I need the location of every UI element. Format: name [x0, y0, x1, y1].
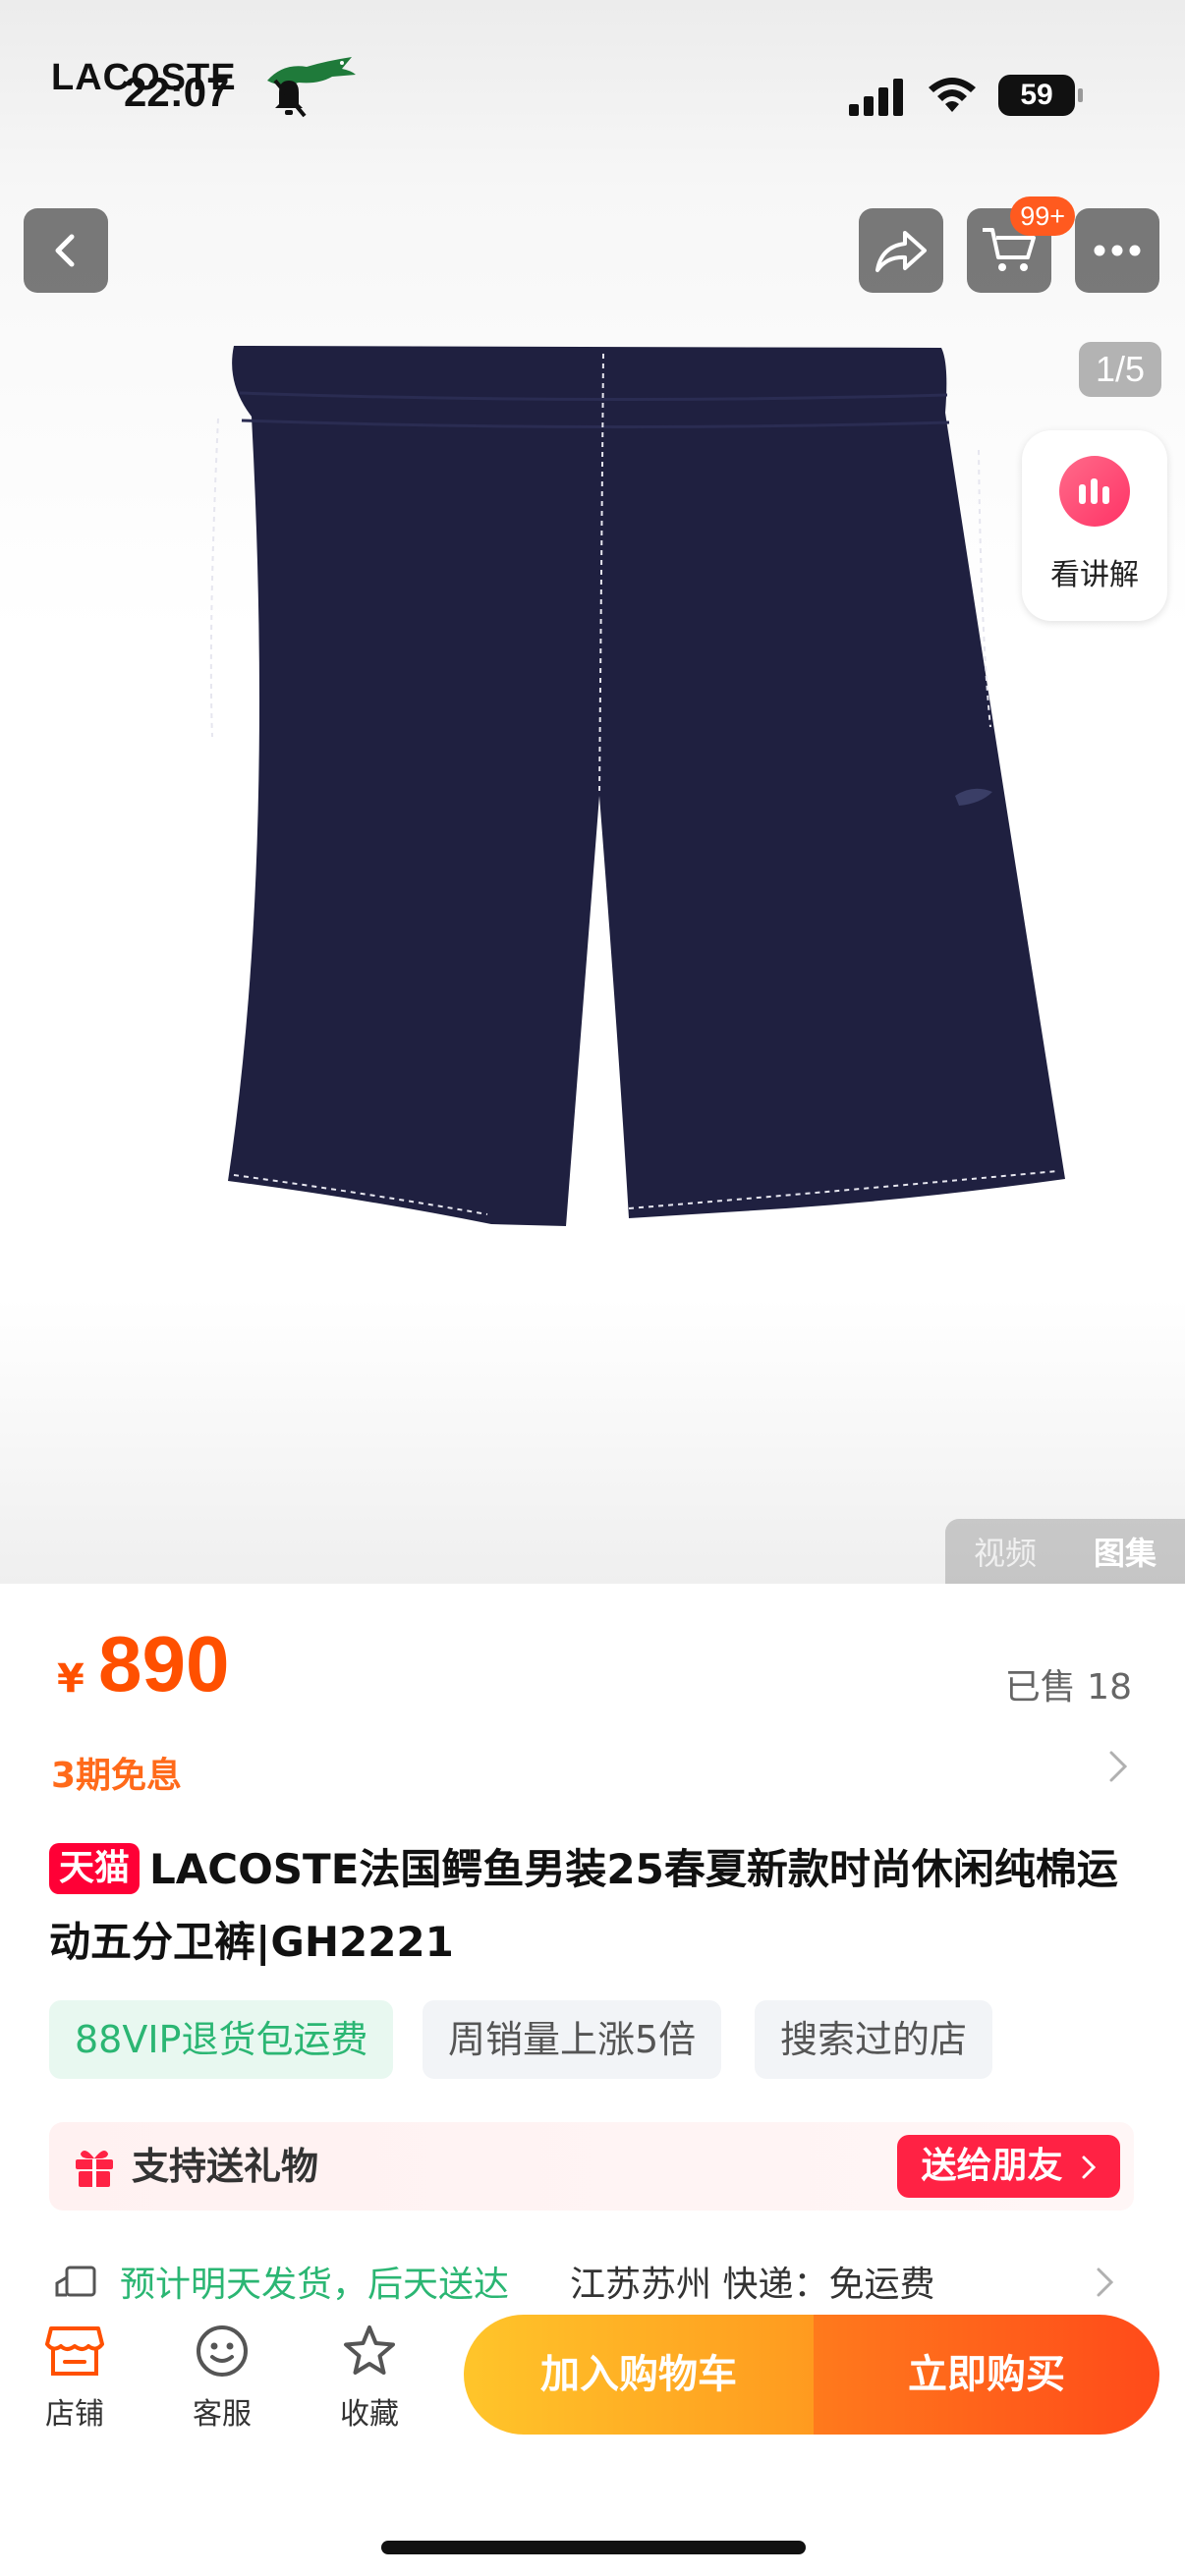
gift-bar[interactable]: 支持送礼物 送给朋友: [49, 2122, 1134, 2211]
store-label: 店铺: [45, 2397, 104, 2432]
image-page-counter: 1/5: [1079, 342, 1161, 397]
price-value: 890: [98, 1620, 230, 1708]
tmall-badge: 天猫: [49, 1843, 141, 1894]
wifi-icon: [929, 78, 976, 112]
gift-label: 支持送礼物: [132, 2145, 319, 2188]
more-dots-icon: [1094, 245, 1141, 256]
service-button[interactable]: 客服: [163, 2323, 281, 2433]
buy-now-button[interactable]: 立即购买: [814, 2315, 1159, 2435]
more-button[interactable]: [1075, 208, 1159, 293]
chevron-right-icon: [1097, 2268, 1114, 2297]
product-gallery[interactable]: LACOSTE 22:07 59 99+ 1/5 看讲解 视频 图集: [0, 0, 1185, 1584]
favorite-label: 收藏: [340, 2397, 399, 2432]
battery-level: 59: [1020, 79, 1053, 111]
truck-icon: [55, 2266, 96, 2297]
send-gift-button[interactable]: 送给朋友: [897, 2135, 1120, 2198]
bell-muted-icon: [273, 79, 307, 118]
gift-icon: [76, 2150, 113, 2187]
tag-88vip[interactable]: 88VIP退货包运费: [49, 2000, 394, 2079]
tag-searched-store[interactable]: 搜索过的店: [755, 2000, 993, 2079]
share-icon: [875, 231, 927, 272]
tag-weekly-sales[interactable]: 周销量上涨5倍: [423, 2000, 722, 2079]
star-icon: [344, 2325, 395, 2375]
back-button[interactable]: [24, 208, 108, 293]
tab-video[interactable]: 视频: [974, 1529, 1037, 1574]
send-gift-label: 送给朋友: [921, 2146, 1063, 2186]
add-to-cart-button[interactable]: 加入购物车: [464, 2315, 814, 2435]
share-button[interactable]: [859, 208, 943, 293]
delivery-estimate: 预计明天发货，后天送达: [120, 2265, 510, 2305]
favorite-button[interactable]: 收藏: [310, 2323, 428, 2433]
home-indicator[interactable]: [381, 2541, 806, 2554]
tab-gallery[interactable]: 图集: [1094, 1529, 1157, 1574]
product-image[interactable]: [118, 334, 1081, 1258]
chevron-left-icon: [55, 234, 75, 267]
sold-count: 已售 18: [1004, 1667, 1132, 1708]
media-tabs: 视频 图集: [945, 1519, 1185, 1584]
installment-label[interactable]: 3期免息: [51, 1747, 182, 1798]
store-button[interactable]: 店铺: [16, 2323, 134, 2433]
store-icon: [45, 2326, 104, 2376]
product-title: 天猫 LACOSTE法国鳄鱼男装25春夏新款时尚休闲纯棉运动五分卫裤|GH2221: [49, 1833, 1140, 1979]
cart-button[interactable]: 99+: [967, 196, 1075, 293]
status-time: 22:07: [124, 69, 230, 115]
service-label: 客服: [193, 2397, 252, 2432]
chevron-right-icon[interactable]: [1106, 1749, 1130, 1784]
delivery-row[interactable]: 预计明天发货，后天送达 江苏苏州 快递：免运费: [49, 2250, 1140, 2309]
delivery-origin: 江苏苏州 快递：免运费: [570, 2265, 935, 2305]
chevron-right-icon: [1082, 2156, 1097, 2179]
product-title-text: LACOSTE法国鳄鱼男装25春夏新款时尚休闲纯棉运动五分卫裤|GH2221: [49, 1845, 1118, 1966]
cart-count-badge: 99+: [1010, 196, 1075, 236]
battery-icon: 59: [998, 75, 1083, 116]
price-currency: ¥: [57, 1656, 85, 1702]
signal-icon: [849, 79, 903, 116]
customer-service-icon: [197, 2325, 248, 2377]
